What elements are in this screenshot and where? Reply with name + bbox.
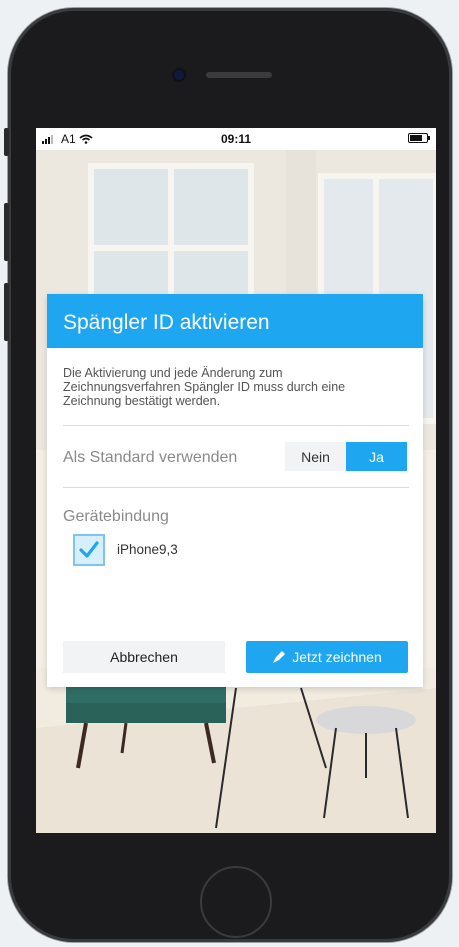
sign-now-button[interactable]: Jetzt zeichnen [246,641,408,673]
front-camera [174,70,184,80]
earpiece-speaker [206,72,272,78]
activation-dialog: Spängler ID aktivieren Die Aktivierung u… [47,294,423,687]
checkmark-icon [79,541,99,558]
device-name: iPhone9,3 [117,542,178,557]
battery-icon [408,133,430,143]
volume-up-button [4,203,9,261]
sign-now-label: Jetzt zeichnen [292,649,382,665]
divider [63,487,409,488]
status-bar: A1 09:11 [36,128,436,150]
home-button[interactable] [200,866,272,938]
toggle-nein-button[interactable]: Nein [285,442,346,471]
mute-switch [4,128,9,156]
device-checkbox[interactable] [73,534,105,566]
dialog-description: Die Aktivierung und jede Änderung zum Ze… [63,366,346,408]
standard-label: Als Standard verwenden [63,449,238,466]
device-binding-label: Gerätebindung [63,508,169,525]
standard-toggle: Nein Ja [285,442,407,471]
divider [63,425,409,426]
toggle-ja-button[interactable]: Ja [346,442,407,471]
pen-nib-icon [273,651,286,663]
volume-down-button [4,283,9,341]
dialog-title: Spängler ID aktivieren [47,294,423,348]
phone-screen: A1 09:11 Spängler ID aktivieren Die Akti… [36,128,436,833]
cancel-button[interactable]: Abbrechen [63,641,225,673]
clock: 09:11 [220,132,252,146]
